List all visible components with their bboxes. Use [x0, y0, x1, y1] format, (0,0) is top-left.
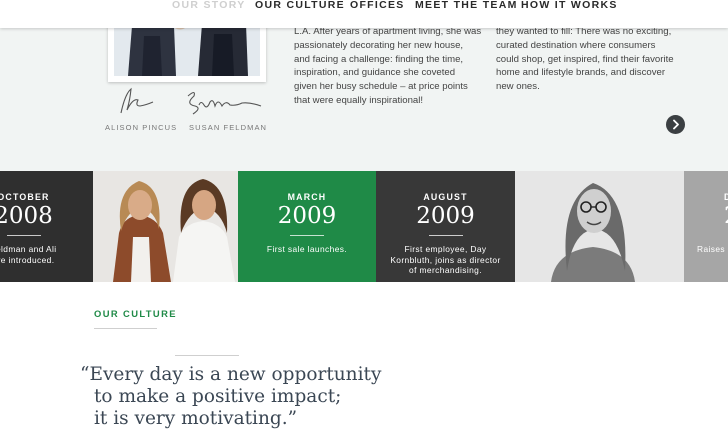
timeline-panel-oct-2008[interactable]: OCTOBER 2008 Feldman and Ali are introdu…	[0, 171, 93, 282]
nav-how-it-works[interactable]: HOW IT WORKS	[521, 0, 618, 11]
founder-name: ALISON PINCUS	[105, 123, 178, 132]
timeline-month: OCTOBER	[0, 192, 50, 202]
timeline-month: AUGUST	[423, 192, 468, 202]
timeline-description: Feldman and Ali are introduced.	[0, 244, 89, 265]
timeline-panel-mar-2009[interactable]: MARCH 2009 First sale launches.	[238, 171, 376, 282]
timeline-desc-line: Feldman and Ali	[0, 244, 57, 254]
nav-our-culture[interactable]: OUR CULTURE	[255, 0, 345, 11]
timeline-desc-line: of merchandising.	[409, 265, 482, 276]
timeline-divider	[6, 235, 41, 236]
alison-signature	[120, 87, 154, 114]
section-heading-our-culture: OUR CULTURE	[94, 308, 177, 319]
timeline-month: D	[724, 192, 728, 202]
chevron-right-icon	[673, 119, 679, 130]
story-text-column: L.A. After years of apartment living, sh…	[294, 25, 494, 108]
timeline-divider	[428, 235, 463, 236]
timeline-year: 2009	[416, 203, 475, 229]
timeline-year: 2	[724, 203, 728, 229]
timeline-desc-line: Kornbluth, joins as director	[390, 254, 501, 265]
timeline-panel-aug-2009[interactable]: AUGUST 2009 First employee, Day Kornblut…	[376, 171, 515, 282]
timeline-employee-photo	[515, 171, 684, 282]
nav-our-story[interactable]: OUR STORY	[172, 0, 246, 11]
quote-line: to make a positive impact;	[94, 386, 342, 407]
nav-offices[interactable]: OFFICES	[350, 0, 405, 11]
timeline-panel-next[interactable]: D 2 Raises	[684, 171, 728, 282]
story-line: curated destination where consumers	[496, 39, 656, 51]
timeline-desc-line: are introduced.	[0, 254, 55, 265]
timeline-desc-line: First sale launches.	[266, 244, 348, 254]
founder-name: SUSAN FELDMAN	[189, 123, 268, 132]
timeline-description: First employee, Day Kornbluth, joins as …	[380, 244, 511, 276]
timeline-desc-line: First employee, Day	[404, 244, 487, 254]
culture-quote: “Every day is a new opportunity to make …	[80, 364, 500, 430]
timeline-description: Raises	[697, 244, 728, 255]
story-line: passionately decorating her new house,	[294, 39, 464, 51]
story-line: inspiration, and guidance she coveted	[294, 67, 456, 79]
section-divider	[94, 328, 157, 329]
story-line: and facing a challenge: finding the time…	[294, 53, 464, 65]
story-line: given her busy schedule – at price point…	[294, 81, 468, 93]
nav-meet-the-team[interactable]: MEET THE TEAM	[415, 0, 518, 11]
quote-line: it is very motivating.”	[94, 408, 298, 429]
timeline-description: First sale launches.	[242, 244, 372, 255]
story-line: home and lifestyle brands, and discover	[496, 67, 666, 79]
quote-divider	[175, 355, 239, 356]
quote-line: “Every day is a new opportunity	[80, 364, 382, 385]
timeline-year: 2009	[277, 203, 337, 229]
story-text-column: they wanted to fill: There was no exciti…	[496, 25, 696, 94]
story-line: could shop, get inspired, find their fav…	[496, 53, 674, 65]
timeline-year: 2008	[0, 203, 53, 229]
story-line: that were equally inspirational!	[294, 94, 424, 106]
timeline-founders-photo	[93, 171, 238, 282]
top-navigation: OUR STORY OUR CULTURE OFFICES MEET THE T…	[0, 0, 728, 28]
story-line: new ones.	[496, 81, 540, 93]
timeline-desc-line: Raises	[697, 244, 725, 254]
timeline-divider	[290, 235, 324, 236]
timeline-month: MARCH	[287, 192, 327, 202]
company-timeline: OCTOBER 2008 Feldman and Ali are introdu…	[0, 171, 728, 282]
next-slide-button[interactable]	[666, 115, 685, 134]
susan-signature	[187, 91, 262, 115]
